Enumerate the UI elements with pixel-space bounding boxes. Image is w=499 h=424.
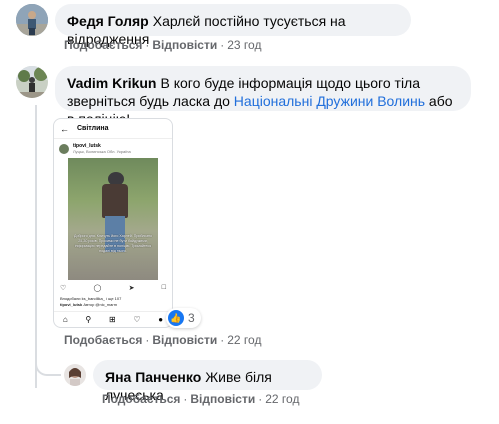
profile-icon: ● — [158, 315, 164, 324]
comment-actions: Подобається · Відповісти · 22 год — [102, 392, 300, 406]
comment-author[interactable]: Федя Голяр — [67, 13, 149, 29]
post-avatar — [59, 143, 69, 154]
thumbs-up-icon: 👍 — [168, 310, 184, 326]
post-desc-user: tipovi_lutsk — [60, 302, 83, 307]
comment-time[interactable]: 23 год — [227, 38, 261, 52]
reply-link[interactable]: Відповісти — [152, 333, 217, 347]
page-mention-link[interactable]: Національні Дружини Волинь — [234, 93, 425, 109]
image-screen-title: Світлина — [77, 125, 109, 132]
avatar[interactable] — [16, 66, 48, 98]
photo-caption: Доброго дня. Кличуть його Харлей. Прибли… — [74, 234, 152, 253]
comment-image-attachment[interactable]: ← Світлина tipovi_lutsk Луцьк, Волинська… — [53, 118, 173, 328]
back-arrow-icon: ← — [60, 123, 69, 134]
add-post-icon: ⊞ — [108, 315, 116, 324]
avatar[interactable] — [64, 364, 86, 386]
like-link[interactable]: Подобається — [64, 333, 142, 347]
search-icon: ⚲ — [85, 315, 92, 324]
avatar[interactable] — [16, 4, 48, 36]
heart-icon: ♡ — [60, 285, 67, 292]
comment-bubble: Яна Панченко Живе біля лучеська — [93, 360, 322, 403]
person-body — [102, 184, 128, 218]
avatar-photo-icon — [16, 4, 48, 36]
comment-time[interactable]: 22 год — [227, 333, 261, 347]
comment-time[interactable]: 22 год — [265, 392, 299, 406]
reply-thread-curve — [35, 352, 61, 376]
like-link[interactable]: Подобається — [102, 392, 180, 406]
heart-icon: ♡ — [133, 315, 141, 324]
comment-author[interactable]: Vadim Krikun — [67, 75, 156, 91]
post-location: Луцьк, Волинська Обл. Україна — [73, 149, 131, 154]
post-header: tipovi_lutsk Луцьк, Волинська Обл. Украї… — [54, 139, 172, 158]
post-description: tipovi_lutsk Автор @nic_marm — [54, 302, 172, 308]
post-photo: Доброго дня. Кличуть його Харлей. Прибли… — [68, 158, 158, 280]
comment-bubble-icon: ◯ — [93, 285, 102, 292]
reaction-summary[interactable]: 👍 3 — [166, 308, 201, 328]
avatar-photo-icon — [64, 364, 86, 386]
app-bottom-nav: ⌂ ⚲ ⊞ ♡ ● — [54, 311, 172, 327]
like-link[interactable]: Подобається — [64, 38, 142, 52]
image-topbar: ← Світлина — [54, 119, 172, 139]
comment-actions: Подобається · Відповісти · 22 год — [64, 333, 262, 347]
home-icon: ⌂ — [62, 315, 68, 324]
comment-author[interactable]: Яна Панченко — [105, 369, 201, 385]
bookmark-icon: □ — [161, 284, 166, 291]
share-icon: ➤ — [128, 285, 135, 292]
comment-actions: Подобається · Відповісти · 23 год — [64, 38, 262, 52]
reaction-count: 3 — [188, 311, 195, 325]
post-action-icons: ♡ ◯ ➤ □ — [54, 280, 172, 296]
reply-link[interactable]: Відповісти — [152, 38, 217, 52]
comment-bubble: Федя Голяр Харлєй постійно тусується на в… — [55, 4, 411, 47]
post-desc-text: Автор @nic_marm — [83, 302, 118, 307]
reply-thread-line — [35, 105, 37, 388]
reply-link[interactable]: Відповісти — [190, 392, 255, 406]
avatar-photo-icon — [16, 66, 48, 98]
comment-bubble: Vadim Krikun В кого буде інформація щодо … — [55, 66, 471, 127]
